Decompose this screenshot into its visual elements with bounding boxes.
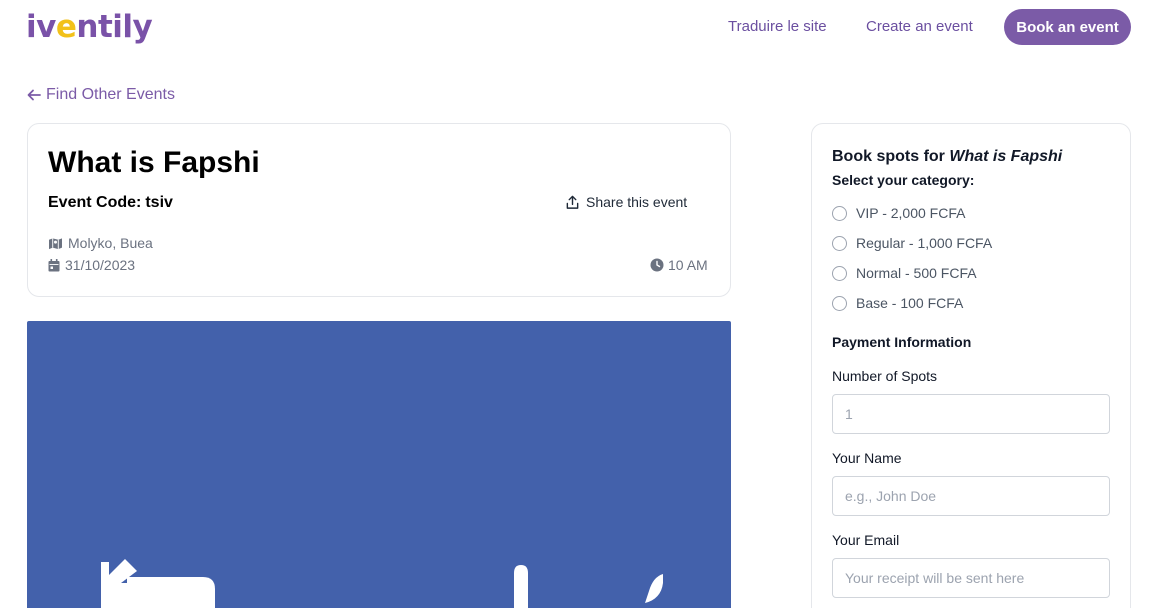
email-label: Your Email (832, 532, 900, 548)
event-code-value: tsiv (145, 194, 173, 211)
find-other-events-link[interactable]: Find Other Events (26, 86, 175, 104)
map-icon (49, 237, 62, 249)
book-event-button[interactable]: Book an event (1004, 9, 1131, 45)
radio-button[interactable] (832, 295, 847, 311)
category-option-label: Base - 100 FCFA (856, 295, 964, 311)
radio-button[interactable] (832, 265, 847, 281)
event-title: What is Fapshi (48, 146, 260, 179)
category-option-normal[interactable]: Normal - 500 FCFA (832, 265, 977, 281)
name-label: Your Name (832, 450, 902, 466)
booking-panel: Book spots for What is Fapshi Select you… (811, 123, 1131, 608)
category-option-label: VIP - 2,000 FCFA (856, 205, 966, 221)
share-event-button[interactable]: Share this event (565, 194, 687, 210)
radio-button[interactable] (832, 235, 847, 251)
select-category-label: Select your category: (832, 172, 975, 188)
arrow-left-icon (27, 89, 41, 101)
category-option-vip[interactable]: VIP - 2,000 FCFA (832, 205, 965, 221)
category-option-label: Normal - 500 FCFA (856, 265, 977, 281)
share-icon (566, 195, 579, 209)
spots-label: Number of Spots (832, 368, 938, 384)
event-code-label: Event Code: (48, 194, 142, 211)
find-other-events-label: Find Other Events (46, 86, 175, 103)
calendar-icon (48, 258, 60, 271)
category-option-regular[interactable]: Regular - 1,000 FCFA (832, 235, 992, 251)
create-event-link[interactable]: Create an event (866, 18, 973, 35)
event-time-text: 10 AM (668, 257, 708, 273)
banner-graphic (101, 559, 663, 608)
spots-input[interactable] (832, 394, 1110, 434)
category-option-base[interactable]: Base - 100 FCFA (832, 295, 963, 311)
event-date: 31/10/2023 (48, 257, 135, 273)
booking-event-name: What is Fapshi (949, 148, 1063, 165)
booking-title: Book spots for What is Fapshi (832, 148, 1062, 166)
category-option-label: Regular - 1,000 FCFA (856, 235, 993, 251)
booking-title-prefix: Book spots for (832, 148, 945, 165)
name-input[interactable] (832, 476, 1110, 516)
event-banner-image (27, 321, 731, 608)
event-time: 10 AM (650, 257, 708, 273)
event-code: Event Code: tsiv (48, 194, 173, 212)
translate-site-link[interactable]: Traduire le site (728, 18, 827, 35)
share-event-label: Share this event (586, 194, 688, 210)
radio-button[interactable] (832, 205, 847, 221)
logo-text: iventily (26, 9, 153, 45)
event-location-text: Molyko, Buea (68, 235, 153, 251)
logo[interactable]: iventily (26, 9, 153, 45)
event-details-card: What is Fapshi Event Code: tsiv Share th… (27, 123, 731, 297)
event-date-text: 31/10/2023 (65, 257, 136, 273)
clock-icon (650, 258, 664, 272)
event-location: Molyko, Buea (48, 235, 153, 251)
payment-info-heading: Payment Information (832, 334, 972, 350)
email-input[interactable] (832, 558, 1110, 598)
